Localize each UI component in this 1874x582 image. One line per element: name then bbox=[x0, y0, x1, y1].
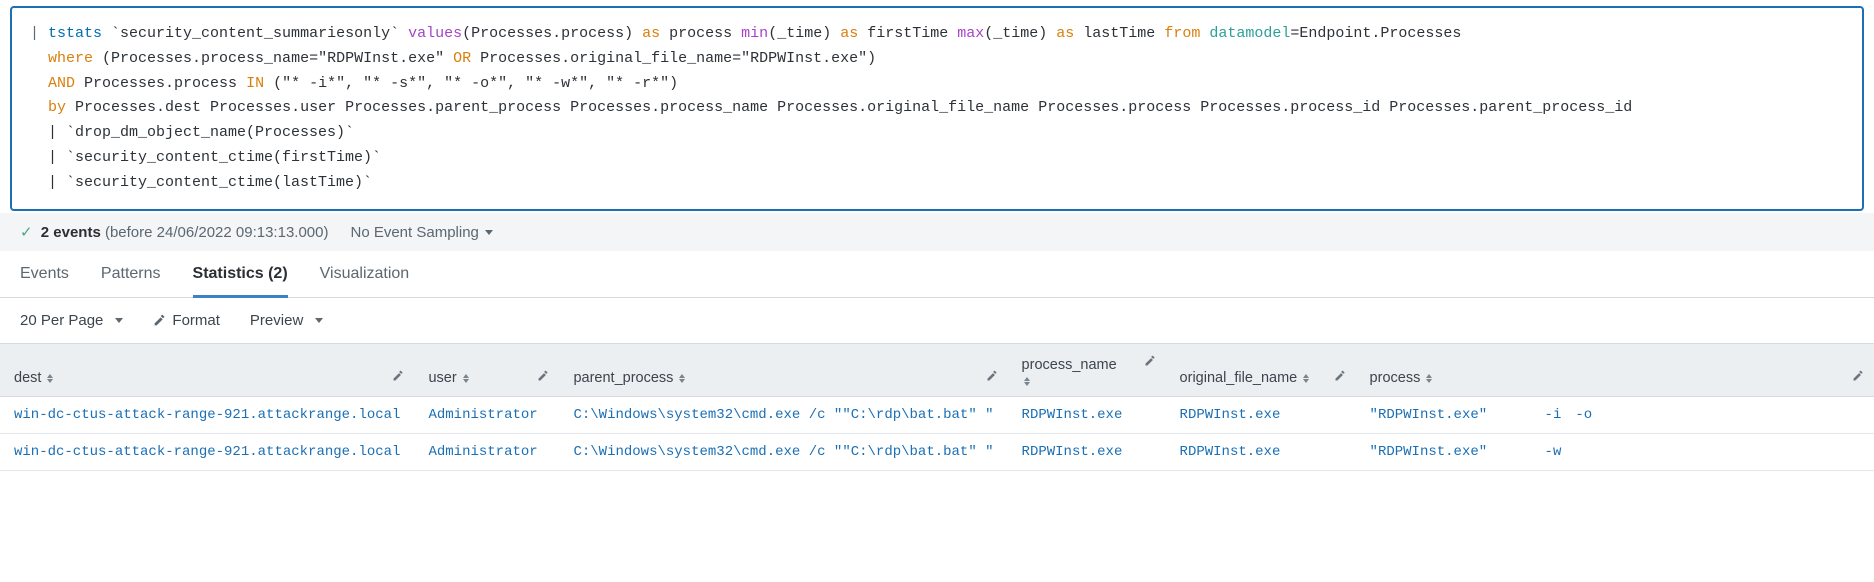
format-button[interactable]: Format bbox=[153, 312, 220, 329]
column-edit-icon[interactable] bbox=[392, 370, 404, 386]
tab-events[interactable]: Events bbox=[20, 265, 69, 297]
chevron-down-icon bbox=[115, 318, 123, 323]
sort-icon bbox=[1426, 374, 1432, 383]
event-time-range: (before 24/06/2022 09:13:13.000) bbox=[101, 224, 329, 241]
cell-user[interactable]: Administrator bbox=[414, 434, 559, 471]
chevron-down-icon bbox=[485, 230, 493, 235]
cell-user[interactable]: Administrator bbox=[414, 397, 559, 434]
sort-icon bbox=[1303, 374, 1309, 383]
tab-patterns[interactable]: Patterns bbox=[101, 265, 161, 297]
per-page-dropdown[interactable]: 20 Per Page bbox=[20, 312, 123, 329]
sort-icon bbox=[463, 374, 469, 383]
preview-dropdown[interactable]: Preview bbox=[250, 312, 323, 329]
result-tabs: Events Patterns Statistics (2) Visualiza… bbox=[0, 251, 1874, 298]
cell-process-name[interactable]: RDPWInst.exe bbox=[1008, 397, 1166, 434]
table-row: win-dc-ctus-attack-range-921.attackrange… bbox=[0, 397, 1874, 434]
cell-process-flags[interactable]: -i-o bbox=[1531, 397, 1874, 434]
check-icon: ✓ bbox=[20, 224, 33, 241]
sort-icon bbox=[1024, 377, 1030, 386]
column-edit-icon[interactable] bbox=[986, 370, 998, 386]
event-sampling-dropdown[interactable]: No Event Sampling bbox=[350, 224, 492, 241]
col-header-original-file-name[interactable]: original_file_name bbox=[1166, 344, 1356, 397]
column-edit-icon[interactable] bbox=[1852, 370, 1864, 386]
cell-process[interactable]: "RDPWInst.exe" bbox=[1356, 434, 1531, 471]
cell-original-file-name[interactable]: RDPWInst.exe bbox=[1166, 434, 1356, 471]
chevron-down-icon bbox=[315, 318, 323, 323]
cell-process-flags[interactable]: -w bbox=[1531, 434, 1874, 471]
table-row: win-dc-ctus-attack-range-921.attackrange… bbox=[0, 434, 1874, 471]
search-query-editor[interactable]: | tstats `security_content_summariesonly… bbox=[10, 6, 1864, 211]
sort-icon bbox=[679, 374, 685, 383]
col-header-process[interactable]: process bbox=[1356, 344, 1874, 397]
cell-dest[interactable]: win-dc-ctus-attack-range-921.attackrange… bbox=[0, 434, 414, 471]
event-count-number: 2 events bbox=[41, 224, 101, 241]
column-edit-icon[interactable] bbox=[1144, 355, 1156, 371]
cell-parent-process[interactable]: C:\Windows\system32\cmd.exe /c ""C:\rdp\… bbox=[559, 434, 1007, 471]
statistics-toolbar: 20 Per Page Format Preview bbox=[0, 298, 1874, 343]
cell-process-name[interactable]: RDPWInst.exe bbox=[1008, 434, 1166, 471]
col-header-dest[interactable]: dest bbox=[0, 344, 414, 397]
cell-original-file-name[interactable]: RDPWInst.exe bbox=[1166, 397, 1356, 434]
tab-statistics[interactable]: Statistics (2) bbox=[193, 265, 288, 298]
sort-icon bbox=[47, 374, 53, 383]
cell-process[interactable]: "RDPWInst.exe" bbox=[1356, 397, 1531, 434]
col-header-process-name[interactable]: process_name bbox=[1008, 344, 1166, 397]
results-summary-bar: ✓ 2 events (before 24/06/2022 09:13:13.0… bbox=[0, 213, 1874, 251]
cell-dest[interactable]: win-dc-ctus-attack-range-921.attackrange… bbox=[0, 397, 414, 434]
tab-visualization[interactable]: Visualization bbox=[320, 265, 410, 297]
statistics-table: dest user parent_process proce bbox=[0, 343, 1874, 471]
column-edit-icon[interactable] bbox=[1334, 370, 1346, 386]
cell-parent-process[interactable]: C:\Windows\system32\cmd.exe /c ""C:\rdp\… bbox=[559, 397, 1007, 434]
column-edit-icon[interactable] bbox=[537, 370, 549, 386]
event-count: ✓ 2 events (before 24/06/2022 09:13:13.0… bbox=[20, 223, 328, 241]
pencil-icon bbox=[153, 314, 166, 327]
col-header-parent-process[interactable]: parent_process bbox=[559, 344, 1007, 397]
col-header-user[interactable]: user bbox=[414, 344, 559, 397]
